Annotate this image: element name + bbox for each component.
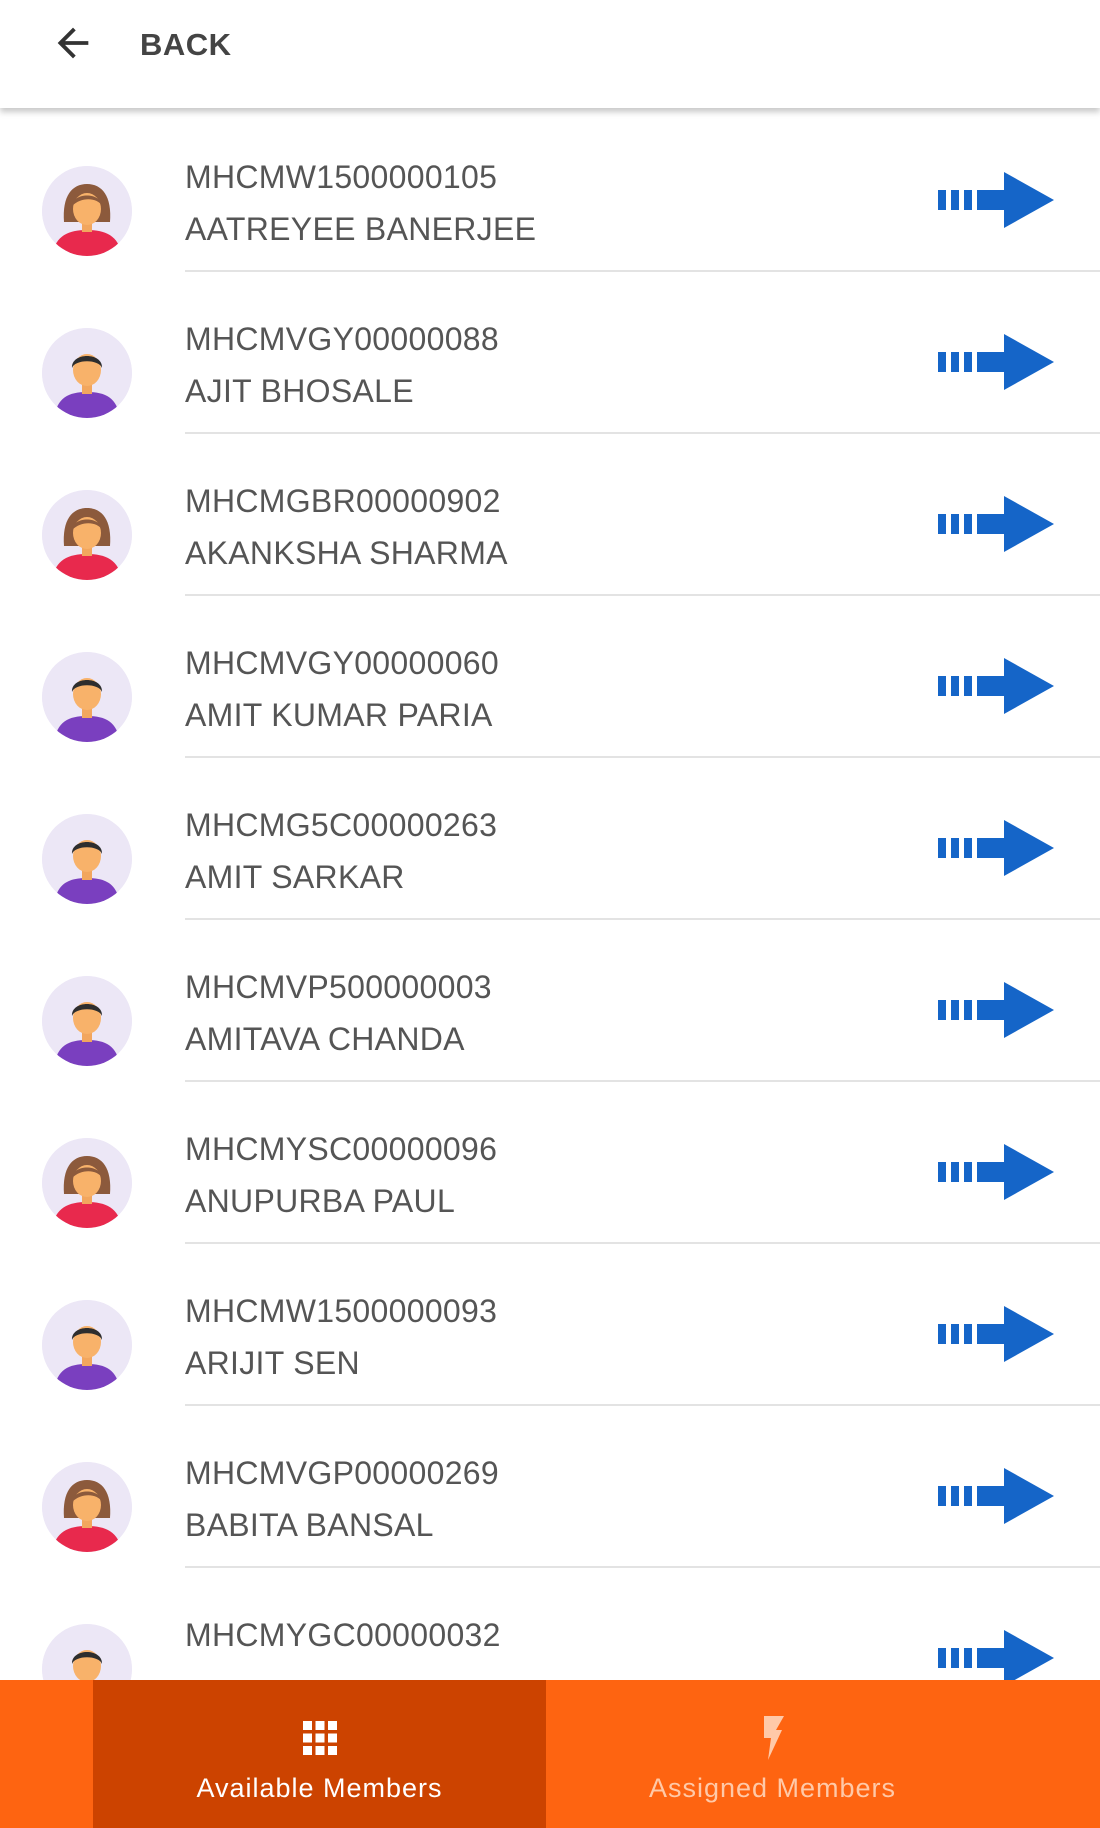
arrow-right-icon[interactable] — [938, 1304, 1054, 1364]
avatar — [42, 814, 132, 904]
back-label: BACK — [140, 27, 232, 62]
member-text: MHCMG5C00000263 AMIT SARKAR — [185, 808, 497, 894]
list-item[interactable]: MHCMGBR00000902 AKANKSHA SHARMA — [0, 434, 1100, 596]
member-name: AMIT KUMAR PARIA — [185, 697, 493, 733]
arrow-right-icon[interactable] — [938, 1142, 1054, 1202]
member-text: MHCMVGY00000088 AJIT BHOSALE — [185, 322, 499, 408]
member-text: MHCMVGP00000269 BABITA BANSAL — [185, 1456, 499, 1542]
arrow-right-icon[interactable] — [938, 1628, 1054, 1680]
member-text: MHCMW1500000093 ARIJIT SEN — [185, 1294, 497, 1380]
tab-label: Available Members — [196, 1773, 443, 1803]
avatar — [42, 1624, 132, 1680]
avatar — [42, 1138, 132, 1228]
arrow-right-icon[interactable] — [938, 818, 1054, 878]
member-id: MHCMVGY00000088 — [185, 321, 499, 357]
member-id: MHCMGBR00000902 — [185, 483, 501, 519]
avatar — [42, 166, 132, 256]
arrow-right-icon[interactable] — [938, 1466, 1054, 1526]
member-name: AMITAVA CHANDA — [185, 1021, 465, 1057]
member-text: MHCMVP500000003 AMITAVA CHANDA — [185, 970, 492, 1056]
member-id: MHCMYSC00000096 — [185, 1131, 498, 1167]
list-item[interactable]: MHCMVGP00000269 BABITA BANSAL — [0, 1406, 1100, 1568]
member-name: ARIJIT SEN — [185, 1345, 360, 1381]
tab-available-members[interactable]: Available Members — [93, 1680, 546, 1828]
tab-assigned-members[interactable]: Assigned Members — [546, 1680, 999, 1828]
member-name: BABITA BANSAL — [185, 1507, 434, 1543]
member-id: MHCMVP500000003 — [185, 969, 492, 1005]
member-name: AJIT BHOSALE — [185, 373, 414, 409]
avatar — [42, 976, 132, 1066]
tab-label: Assigned Members — [648, 1773, 897, 1803]
member-text: MHCMGBR00000902 AKANKSHA SHARMA — [185, 484, 508, 570]
list-item[interactable]: MHCMG5C00000263 AMIT SARKAR — [0, 758, 1100, 920]
member-id: MHCMVGP00000269 — [185, 1455, 499, 1491]
arrow-right-icon[interactable] — [938, 494, 1054, 554]
member-id: MHCMW1500000105 — [185, 159, 498, 195]
top-app-bar: BACK — [0, 0, 1100, 108]
member-name: AMIT SARKAR — [185, 859, 405, 895]
arrow-left-icon — [50, 20, 96, 71]
member-text: MHCMYGC00000032 — [185, 1618, 501, 1670]
avatar — [42, 1300, 132, 1390]
list-item[interactable]: MHCMYGC00000032 — [0, 1568, 1100, 1680]
avatar — [42, 328, 132, 418]
arrow-right-icon[interactable] — [938, 980, 1054, 1040]
avatar — [42, 652, 132, 742]
member-name: AKANKSHA SHARMA — [185, 535, 508, 571]
arrow-right-icon[interactable] — [938, 656, 1054, 716]
member-name: AATREYEE BANERJEE — [185, 211, 537, 247]
member-id: MHCMG5C00000263 — [185, 807, 498, 843]
arrow-right-icon[interactable] — [938, 332, 1054, 392]
member-id: MHCMW1500000093 — [185, 1293, 498, 1329]
member-text: MHCMYSC00000096 ANUPURBA PAUL — [185, 1132, 497, 1218]
member-text: MHCMVGY00000060 AMIT KUMAR PARIA — [185, 646, 499, 732]
list-item[interactable]: MHCMVGY00000088 AJIT BHOSALE — [0, 272, 1100, 434]
list-item[interactable]: MHCMVP500000003 AMITAVA CHANDA — [0, 920, 1100, 1082]
bottom-navigation: Available Members Assigned Members — [0, 1680, 1100, 1828]
list-item[interactable]: MHCMYSC00000096 ANUPURBA PAUL — [0, 1082, 1100, 1244]
bolt-icon — [753, 1716, 793, 1760]
member-id: MHCMYGC00000032 — [185, 1617, 501, 1653]
member-id: MHCMVGY00000060 — [185, 645, 499, 681]
avatar — [42, 490, 132, 580]
back-button[interactable]: BACK — [50, 10, 232, 80]
avatar — [42, 1462, 132, 1552]
grid-icon — [300, 1717, 340, 1759]
list-item[interactable]: MHCMW1500000105 AATREYEE BANERJEE — [0, 110, 1100, 272]
arrow-right-icon[interactable] — [938, 170, 1054, 230]
member-list: MHCMW1500000105 AATREYEE BANERJEE MHCMVGY0… — [0, 110, 1100, 1680]
list-item[interactable]: MHCMW1500000093 ARIJIT SEN — [0, 1244, 1100, 1406]
list-item[interactable]: MHCMVGY00000060 AMIT KUMAR PARIA — [0, 596, 1100, 758]
member-text: MHCMW1500000105 AATREYEE BANERJEE — [185, 160, 536, 246]
member-name: ANUPURBA PAUL — [185, 1183, 456, 1219]
